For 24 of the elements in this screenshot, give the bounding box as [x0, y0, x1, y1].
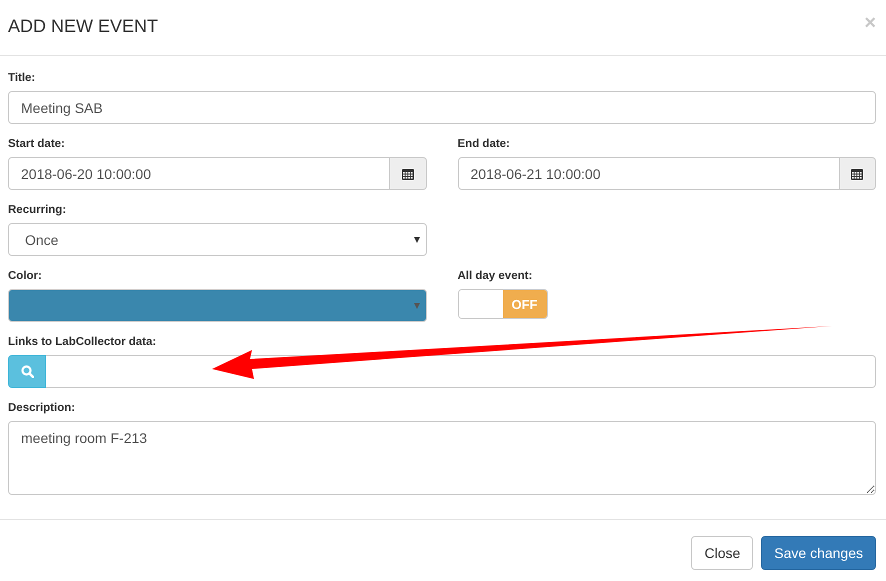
- dialog-title: ADD NEW EVENT: [8, 15, 158, 37]
- recurring-select[interactable]: Once: [8, 223, 426, 256]
- date-field[interactable]: 2018-06-20 10:00:00: [8, 157, 390, 190]
- field-label: Start date:: [8, 137, 66, 152]
- calendar-button[interactable]: [840, 157, 876, 190]
- field-label: Color:: [8, 269, 43, 284]
- field-label: Links to LabCollector data:: [8, 335, 158, 350]
- save-button[interactable]: Save changes: [761, 536, 876, 570]
- search-button[interactable]: [8, 355, 46, 388]
- field-label: End date:: [458, 137, 511, 152]
- date-field[interactable]: 2018-06-21 10:00:00: [458, 157, 840, 190]
- calendar-button[interactable]: [390, 157, 426, 190]
- description-field[interactable]: meeting room F-213: [8, 421, 876, 495]
- field-label: All day event:: [458, 269, 534, 284]
- title-field[interactable]: Meeting SAB: [8, 91, 876, 124]
- calendar-icon: [851, 168, 864, 180]
- field-label: Recurring:: [8, 203, 68, 218]
- field-label: Title:: [8, 71, 36, 86]
- field-label: Description:: [8, 401, 76, 416]
- close-dialog-button[interactable]: Close: [691, 536, 754, 570]
- links-field[interactable]: [46, 355, 876, 388]
- calendar-icon: [402, 168, 414, 180]
- color-select[interactable]: [8, 289, 426, 322]
- search-icon: [20, 365, 34, 378]
